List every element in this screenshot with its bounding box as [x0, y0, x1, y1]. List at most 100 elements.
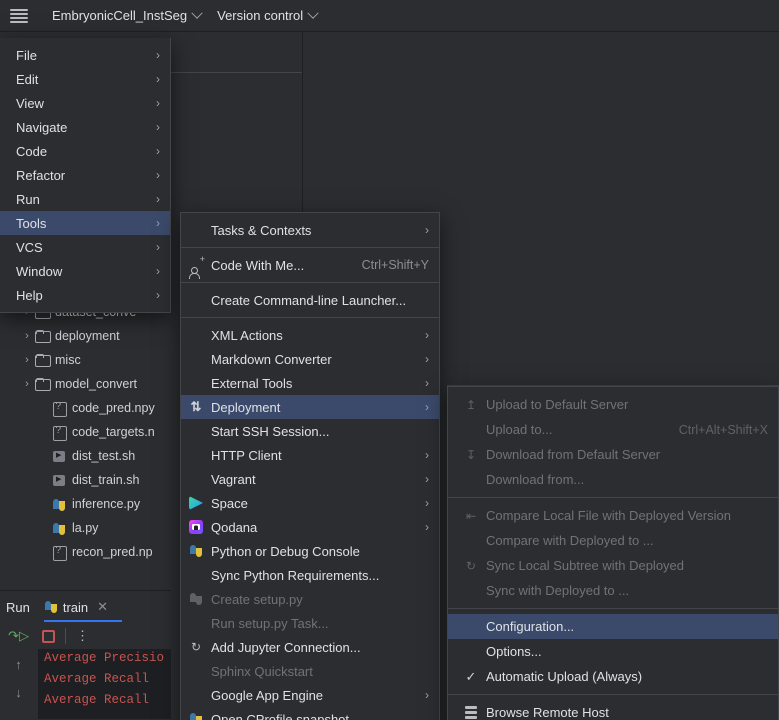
more-options-icon[interactable]: ⋮: [76, 628, 90, 644]
run-window-title: Run: [6, 599, 30, 615]
tree-item-label: dist_train.sh: [72, 473, 140, 487]
chevron-right-icon: ›: [156, 48, 160, 62]
menu-item-automatic-upload-always[interactable]: ✓ Automatic Upload (Always): [448, 664, 778, 689]
menu-item-space[interactable]: Space ›: [181, 491, 439, 515]
menu-item-label: Browse Remote Host: [486, 705, 609, 720]
menu-item-refactor[interactable]: Refactor ›: [0, 163, 170, 187]
shell-script-icon: [51, 448, 67, 464]
tree-item-deployment[interactable]: › deployment: [0, 324, 171, 348]
tree-item-recon-pred-np[interactable]: recon_pred.np: [0, 540, 171, 564]
menu-item-tasks-contexts[interactable]: Tasks & Contexts ›: [181, 218, 439, 242]
menu-item-label: Python or Debug Console: [211, 543, 360, 559]
tree-item-label: inference.py: [72, 497, 141, 511]
menu-item-vcs[interactable]: VCS ›: [0, 235, 170, 259]
menu-item-python-or-debug-console[interactable]: Python or Debug Console: [181, 539, 439, 563]
tree-item-misc[interactable]: › misc: [0, 348, 171, 372]
rerun-icon[interactable]: ↷▷: [8, 627, 29, 645]
folder-icon: [34, 328, 51, 344]
tree-item-inference-py[interactable]: inference.py: [0, 492, 171, 516]
main-menu-popup[interactable]: File › Edit › View › Navigate › Code › Refactor › Ru…: [0, 38, 171, 313]
deployment-submenu-popup[interactable]: ↥ Upload to Default Server Upload to... Ctr…: [447, 386, 779, 720]
chevron-right-icon[interactable]: ›: [20, 330, 34, 342]
menu-item-label: View: [16, 95, 44, 111]
menu-item-markdown-converter[interactable]: Markdown Converter ›: [181, 347, 439, 371]
tree-item-dist-train-sh[interactable]: dist_train.sh: [0, 468, 171, 492]
tree-item-label: dist_test.sh: [72, 449, 136, 463]
chevron-right-icon: ›: [425, 448, 429, 462]
menu-separator: [448, 497, 778, 498]
tree-item-code-targets-n[interactable]: code_targets.n: [0, 420, 171, 444]
project-selector[interactable]: EmbryonicCell_InstSeg: [44, 4, 209, 28]
menu-item-sync-with-deployed-to: Sync with Deployed to ...: [448, 578, 778, 603]
cprofile-python-icon: [187, 712, 205, 720]
menu-item-start-ssh-session[interactable]: Start SSH Session...: [181, 419, 439, 443]
menu-item-open-cprofile-snapshot[interactable]: Open CProfile snapshot: [181, 707, 439, 720]
chevron-right-icon: ›: [156, 216, 160, 230]
menu-item-label: Upload to...: [486, 422, 553, 437]
tools-submenu-popup[interactable]: Tasks & Contexts › + Code With Me... Ctrl+Sh…: [180, 212, 440, 720]
menu-item-compare-local-file-with-deployed-version: ⇤ Compare Local File with Deployed Versio…: [448, 503, 778, 528]
menu-item-create-command-line-launcher[interactable]: Create Command-line Launcher...: [181, 288, 439, 312]
menu-item-browse-remote-host[interactable]: Browse Remote Host: [448, 700, 778, 720]
menu-item-run[interactable]: Run ›: [0, 187, 170, 211]
arrow-down-icon[interactable]: ↓: [9, 683, 29, 701]
menu-item-add-jupyter-connection[interactable]: ↻ Add Jupyter Connection...: [181, 635, 439, 659]
menu-separator: [181, 247, 439, 248]
menu-separator: [448, 608, 778, 609]
run-content: ↷▷ ↑ ↓ ⋮ Average Precisio Average Recall A…: [0, 623, 171, 719]
menu-item-sync-python-requirements[interactable]: Sync Python Requirements...: [181, 563, 439, 587]
python-file-icon: [51, 520, 67, 536]
unknown-file-icon: [51, 544, 67, 561]
menu-item-tools[interactable]: Tools ›: [0, 211, 170, 235]
folder-icon: [34, 352, 51, 368]
menu-item-code-with-me[interactable]: + Code With Me... Ctrl+Shift+Y: [181, 253, 439, 279]
menu-item-upload-to: Upload to... Ctrl+Alt+Shift+X: [448, 417, 778, 442]
menu-item-label: Edit: [16, 71, 39, 87]
menu-item-edit[interactable]: Edit ›: [0, 67, 170, 91]
project-tree[interactable]: ›dataset_conve›deployment›misc›model_con…: [0, 300, 171, 590]
menu-item-google-app-engine[interactable]: Google App Engine ›: [181, 683, 439, 707]
menu-item-label: XML Actions: [211, 327, 283, 343]
menu-item-compare-with-deployed-to: Compare with Deployed to ...: [448, 528, 778, 553]
chevron-right-icon[interactable]: ›: [20, 354, 34, 366]
close-icon[interactable]: ✕: [97, 599, 108, 615]
tree-item-la-py[interactable]: la.py: [0, 516, 171, 540]
menu-item-external-tools[interactable]: External Tools ›: [181, 371, 439, 395]
menu-item-code[interactable]: Code ›: [0, 139, 170, 163]
menu-item-file[interactable]: File ›: [0, 43, 170, 67]
menu-item-label: Window: [16, 263, 63, 279]
menu-item-help[interactable]: Help ›: [0, 283, 170, 307]
tree-item-model-convert[interactable]: › model_convert: [0, 372, 171, 396]
menu-item-label: Run setup.py Task...: [211, 615, 329, 631]
menu-item-label: HTTP Client: [211, 447, 282, 463]
menu-item-options[interactable]: Options...: [448, 639, 778, 664]
menu-item-label: Refactor: [16, 167, 66, 183]
run-tab-train[interactable]: train ✕: [43, 592, 123, 622]
menu-item-run-setup-py-task: Run setup.py Task...: [181, 611, 439, 635]
menu-item-navigate[interactable]: Navigate ›: [0, 115, 170, 139]
menu-item-qodana[interactable]: Qodana ›: [181, 515, 439, 539]
chevron-right-icon[interactable]: ›: [20, 378, 34, 390]
menu-item-view[interactable]: View ›: [0, 91, 170, 115]
menu-item-sync-local-subtree-with-deployed: ↻ Sync Local Subtree with Deployed: [448, 553, 778, 578]
menu-item-configuration[interactable]: Configuration...: [448, 614, 778, 639]
version-control-widget[interactable]: Version control: [209, 4, 325, 28]
tree-item-dist-test-sh[interactable]: dist_test.sh: [0, 444, 171, 468]
menu-item-window[interactable]: Window ›: [0, 259, 170, 283]
menu-item-xml-actions[interactable]: XML Actions ›: [181, 323, 439, 347]
menu-item-deployment[interactable]: ⇅ Deployment ›: [181, 395, 439, 419]
menu-item-vagrant[interactable]: Vagrant ›: [181, 467, 439, 491]
python-file-icon: [51, 496, 67, 512]
chevron-right-icon: ›: [425, 496, 429, 510]
python-gray-icon: [187, 592, 205, 606]
pycharm-window: EmbryonicCell_InstSeg Version control › d…: [0, 0, 779, 720]
hamburger-menu-icon[interactable]: [10, 8, 28, 23]
tree-item-label: la.py: [72, 521, 99, 535]
menu-item-label: Create setup.py: [211, 591, 303, 607]
menu-item-http-client[interactable]: HTTP Client ›: [181, 443, 439, 467]
tree-item-code-pred-npy[interactable]: code_pred.npy: [0, 396, 171, 420]
stop-icon[interactable]: [42, 629, 55, 643]
arrow-up-icon[interactable]: ↑: [9, 655, 29, 673]
deployment-arrows-icon: ⇅: [190, 399, 202, 414]
python-icon: [187, 544, 205, 558]
